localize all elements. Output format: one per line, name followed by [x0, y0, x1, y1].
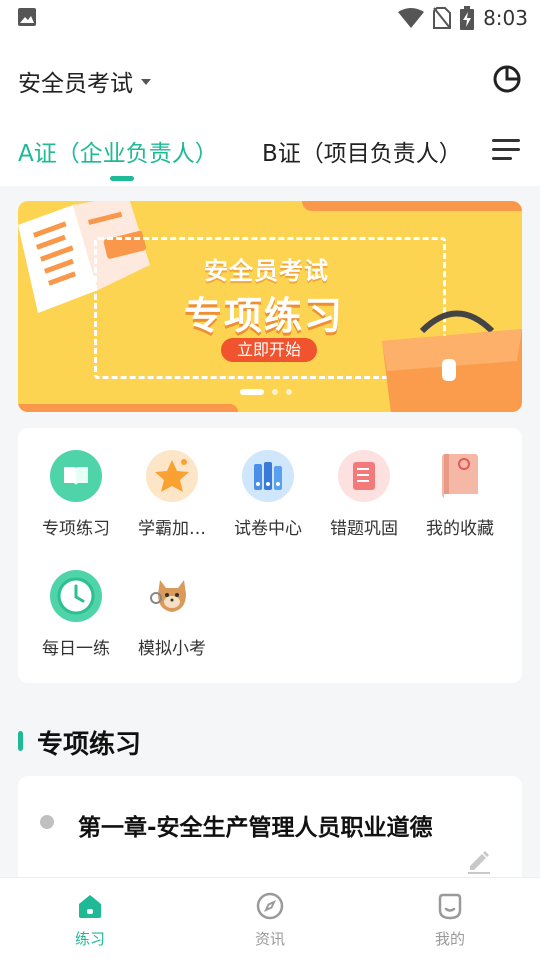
grid-item-label: 我的收藏 [426, 519, 494, 539]
app-header: 安全员考试 A证（企业负责人） B证（项目负责人） [0, 36, 540, 186]
nav-me[interactable]: 我的 [410, 892, 490, 949]
smile-face-icon [438, 893, 462, 920]
grid-item-daily-practice[interactable]: 每日一练 [28, 570, 124, 659]
grid-item-label: 专项练习 [42, 519, 110, 539]
start-now-button[interactable]: 立即开始 [221, 338, 317, 362]
grid-item-label: 错题巩固 [330, 519, 398, 539]
banner-title: 专项练习 [184, 294, 345, 338]
tab-indicator [110, 176, 134, 181]
carousel-dot-active[interactable] [240, 389, 264, 395]
book-icon [50, 450, 102, 502]
grid-item-special-practice[interactable]: 专项练习 [28, 450, 124, 539]
nav-label: 练习 [74, 930, 105, 948]
nav-label: 我的 [434, 930, 465, 948]
star-icon [146, 450, 198, 502]
promo-banner[interactable]: 安全员考试 专项练习 立即开始 [18, 201, 522, 412]
bottom-nav: 练习 资讯 我的 [0, 877, 540, 960]
notebook-icon [338, 450, 390, 502]
carousel-dot[interactable] [286, 389, 292, 395]
grid-item-wrong-questions[interactable]: 错题巩固 [316, 450, 412, 539]
section-accent-bar [18, 731, 23, 751]
grid-item-label: 学霸加… [138, 519, 206, 539]
binders-icon [242, 450, 294, 502]
wifi-icon [398, 8, 425, 28]
chapter-bullet [40, 815, 54, 829]
carousel-dot[interactable] [272, 389, 278, 395]
favorites-book-icon [434, 450, 486, 502]
no-sim-icon [433, 7, 452, 29]
dog-mascot-icon [146, 570, 198, 622]
grid-item-paper-center[interactable]: 试卷中心 [220, 450, 316, 539]
battery-charging-icon [460, 6, 475, 30]
nav-label: 资讯 [254, 930, 285, 948]
compass-icon [256, 892, 284, 920]
exam-selector[interactable]: 安全员考试 [18, 64, 151, 98]
grid-item-mock-quiz[interactable]: 模拟小考 [124, 570, 220, 659]
tab-a-cert[interactable]: A证（企业负责人） [18, 134, 218, 168]
cert-tabs: A证（企业负责人） B证（项目负责人） [0, 134, 540, 184]
pie-chart-icon[interactable] [492, 64, 522, 94]
banner-decoration [18, 404, 238, 412]
banner-subtitle: 安全员考试 [204, 257, 329, 285]
grid-item-favorites[interactable]: 我的收藏 [412, 450, 508, 539]
status-time: 8:03 [483, 6, 528, 30]
bag-illustration [382, 310, 522, 412]
pencil-icon[interactable] [466, 848, 492, 874]
menu-icon[interactable] [492, 139, 520, 163]
tab-b-cert[interactable]: B证（项目负责人） [262, 134, 462, 168]
banner-decoration [302, 201, 522, 211]
image-notification-icon [18, 8, 36, 26]
grid-item-label: 每日一练 [42, 639, 110, 659]
nav-news[interactable]: 资讯 [230, 892, 310, 949]
grid-item-label: 试卷中心 [234, 519, 302, 539]
section-title: 专项练习 [37, 730, 142, 760]
clock-icon [50, 570, 102, 622]
feature-grid: 专项练习 学霸加… 试卷中心 错题巩固 我的收藏 每日一练 模拟小考 [18, 428, 522, 683]
grid-item-label: 模拟小考 [138, 639, 206, 659]
chapter-title: 第一章-安全生产管理人员职业道德 [78, 815, 433, 841]
nav-practice[interactable]: 练习 [50, 892, 130, 949]
home-icon [79, 895, 101, 918]
exam-title: 安全员考试 [18, 71, 133, 97]
caret-down-icon [141, 79, 151, 85]
status-bar: 8:03 [0, 0, 540, 36]
grid-item-top-student[interactable]: 学霸加… [124, 450, 220, 539]
carousel-dots [240, 389, 292, 395]
